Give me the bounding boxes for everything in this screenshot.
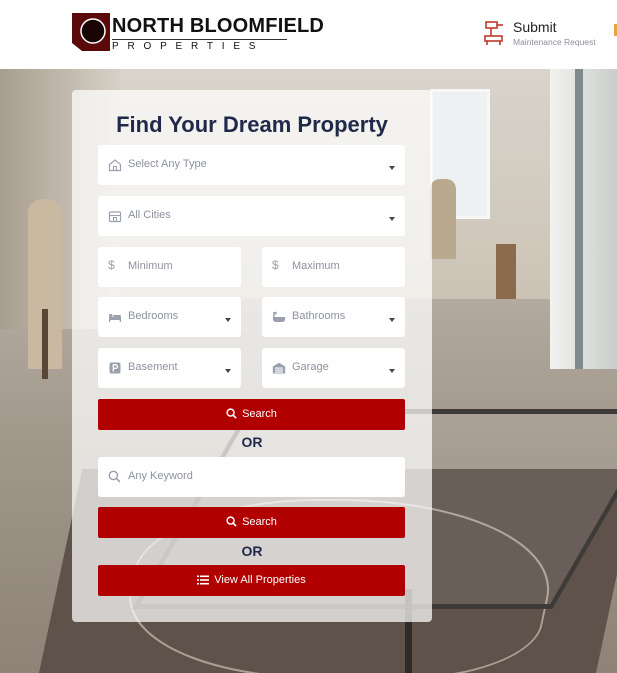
site-header: NORTH BLOOMFIELD PROPERTIES Submit Maint… xyxy=(0,0,617,69)
home-icon xyxy=(108,158,122,172)
logo-subtitle: PROPERTIES xyxy=(112,41,265,52)
dollar-icon: $ xyxy=(272,258,279,272)
search-title: Find Your Dream Property xyxy=(116,112,388,137)
property-type-label: Select Any Type xyxy=(128,158,207,170)
dollar-icon: $ xyxy=(108,258,115,272)
max-price-placeholder: Maximum xyxy=(292,260,340,272)
bathtub-icon xyxy=(272,310,286,324)
maintenance-request-link[interactable]: Submit Maintenance Request xyxy=(483,17,613,53)
bedrooms-select[interactable]: Bedrooms xyxy=(98,297,241,337)
view-all-label: View All Properties xyxy=(214,574,306,586)
or-divider: OR xyxy=(241,434,263,450)
basement-select[interactable]: Basement xyxy=(98,348,241,388)
chevron-down-icon xyxy=(225,318,231,322)
chevron-down-icon xyxy=(389,318,395,322)
building-icon xyxy=(108,209,122,223)
property-search-card: Find Your Dream Property Select Any Type… xyxy=(72,90,432,622)
or-divider-2: OR xyxy=(241,543,263,559)
keyword-search-button[interactable]: Search xyxy=(98,507,405,538)
logo-mark-icon xyxy=(72,13,110,51)
garage-icon xyxy=(272,361,286,375)
maintenance-icon xyxy=(484,21,503,45)
keyword-search-button-label: Search xyxy=(242,516,277,528)
max-price-input[interactable]: $ Maximum xyxy=(262,247,405,287)
chevron-down-icon xyxy=(225,369,231,373)
city-select[interactable]: All Cities xyxy=(98,196,405,236)
chevron-down-icon xyxy=(389,217,395,221)
keyword-input[interactable]: Any Keyword xyxy=(98,457,405,497)
submit-subtitle: Maintenance Request xyxy=(513,37,596,47)
parking-icon xyxy=(108,361,122,375)
logo-name: NORTH BLOOMFIELD xyxy=(112,15,325,37)
search-button[interactable]: Search xyxy=(98,399,405,430)
view-all-properties-button[interactable]: View All Properties xyxy=(98,565,405,596)
search-icon xyxy=(108,470,122,484)
chevron-down-icon xyxy=(389,166,395,170)
basement-label: Basement xyxy=(128,361,178,373)
bathrooms-label: Bathrooms xyxy=(292,310,346,322)
chevron-down-icon xyxy=(389,369,395,373)
search-icon xyxy=(226,516,237,527)
city-label: All Cities xyxy=(128,209,171,221)
search-button-label: Search xyxy=(242,408,277,420)
keyword-placeholder: Any Keyword xyxy=(128,470,193,482)
bedrooms-label: Bedrooms xyxy=(128,310,179,322)
bed-icon xyxy=(108,310,122,324)
site-logo[interactable]: NORTH BLOOMFIELD PROPERTIES xyxy=(72,13,324,53)
property-type-select[interactable]: Select Any Type xyxy=(98,145,405,185)
logo-divider xyxy=(112,39,287,40)
garage-select[interactable]: Garage xyxy=(262,348,405,388)
min-price-input[interactable]: $ Minimum xyxy=(98,247,241,287)
min-price-placeholder: Minimum xyxy=(128,260,173,272)
garage-label: Garage xyxy=(292,361,329,373)
bathrooms-select[interactable]: Bathrooms xyxy=(262,297,405,337)
submit-title: Submit xyxy=(513,19,557,35)
list-icon xyxy=(197,575,210,585)
search-icon xyxy=(226,408,237,419)
